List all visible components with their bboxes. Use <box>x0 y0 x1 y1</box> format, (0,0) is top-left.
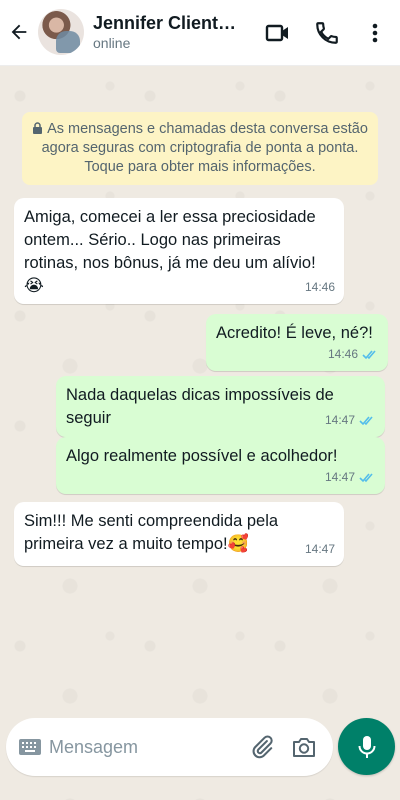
message-incoming[interactable]: Amiga, comecei a ler essa preciosidade o… <box>14 198 344 304</box>
camera-icon[interactable] <box>291 735 317 759</box>
contact-info[interactable]: Jennifer Cliente… online <box>93 12 245 52</box>
message-text: Algo realmente possível e acolhedor! <box>66 447 338 465</box>
message-meta: 14:47 <box>305 538 335 561</box>
chat-area[interactable]: As mensagens e chamadas desta conversa e… <box>0 66 400 800</box>
double-check-icon <box>359 473 373 483</box>
chat-header: Jennifer Cliente… online <box>0 0 400 66</box>
video-call-icon[interactable] <box>265 20 291 46</box>
message-text: Amiga, comecei a ler essa preciosidade o… <box>24 208 316 272</box>
smiling-hearts-emoji: 🥰 <box>227 534 249 554</box>
whatsapp-chat-screen: Jennifer Cliente… online As mensagens e … <box>0 0 400 800</box>
message-incoming[interactable]: Sim!!! Me senti compreendida pela primei… <box>14 502 344 566</box>
message-composer <box>6 718 333 776</box>
keyboard-icon[interactable] <box>18 737 42 757</box>
crying-emoji: 😭 <box>24 276 44 296</box>
phone-icon[interactable] <box>314 20 340 46</box>
avatar[interactable] <box>38 9 84 55</box>
message-time: 14:47 <box>324 470 355 484</box>
back-arrow-icon[interactable] <box>8 21 30 43</box>
message-text: Acredito! É leve, né?! <box>216 324 373 342</box>
message-meta: 14:47 <box>325 466 376 489</box>
message-outgoing[interactable]: Nada daquelas dicas impossíveis de segui… <box>56 376 385 437</box>
double-check-icon <box>362 350 376 360</box>
message-input[interactable] <box>49 730 239 764</box>
message-time: 14:46 <box>327 347 358 361</box>
message-meta: 14:47 <box>325 409 376 432</box>
mic-icon <box>358 735 375 758</box>
message-meta: 14:46 <box>328 343 379 366</box>
more-vert-icon[interactable] <box>362 20 388 46</box>
contact-status: online <box>93 35 131 51</box>
message-time: 14:47 <box>324 413 355 427</box>
contact-name: Jennifer Cliente… <box>93 13 245 33</box>
message-outgoing[interactable]: Algo realmente possível e acolhedor! 14:… <box>56 437 385 494</box>
double-check-icon <box>359 416 373 426</box>
lock-icon <box>33 122 43 134</box>
message-meta: 14:46 <box>305 276 335 299</box>
voice-record-button[interactable] <box>338 718 395 775</box>
encryption-notice-text: As mensagens e chamadas desta conversa e… <box>41 121 368 175</box>
message-text: Nada daquelas dicas impossíveis de segui… <box>66 386 334 427</box>
message-time: 14:47 <box>304 542 335 556</box>
message-time: 14:46 <box>304 280 335 294</box>
encryption-notice[interactable]: As mensagens e chamadas desta conversa e… <box>22 112 378 185</box>
attach-icon[interactable] <box>249 734 275 760</box>
message-outgoing[interactable]: Acredito! É leve, né?! 14:46 <box>206 314 388 371</box>
